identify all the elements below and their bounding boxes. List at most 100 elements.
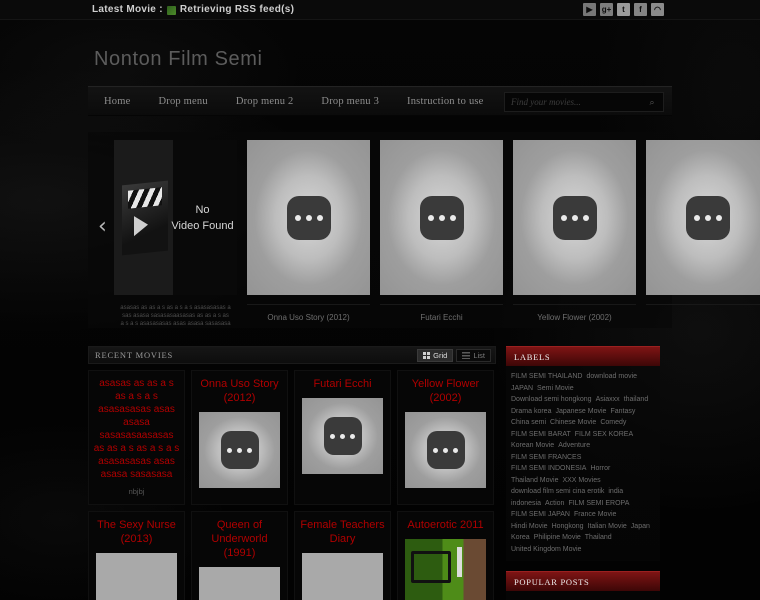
movie-card-thumbnail[interactable] — [405, 539, 486, 600]
label-tag[interactable]: Thailand Movie — [511, 475, 558, 487]
label-tag[interactable]: XXX Movies — [562, 475, 600, 487]
movie-card[interactable]: Onna Uso Story (2012) — [191, 370, 288, 505]
slider-slide[interactable]: Yellow Flower (2002) — [513, 140, 636, 328]
label-tag[interactable]: Philipine Movie — [534, 532, 581, 544]
movie-card-title[interactable]: Yellow Flower (2002) — [402, 377, 489, 405]
slide-caption[interactable]: Futari Ecchi — [380, 304, 503, 322]
label-tag[interactable]: download film semi cina erotik — [511, 486, 604, 498]
label-tag[interactable]: Semi Movie — [537, 383, 574, 395]
movie-card-title[interactable]: Onna Uso Story (2012) — [196, 377, 283, 405]
label-tag[interactable]: Fantasy — [610, 406, 635, 418]
no-video-line1: No — [195, 203, 210, 216]
movie-card-title[interactable]: Autoerotic 2011 — [402, 518, 489, 532]
label-tag[interactable]: Adventure — [558, 440, 590, 452]
slide-thumbnail[interactable] — [513, 140, 636, 295]
label-tag[interactable]: Chinese Movie — [550, 417, 596, 429]
slide-thumbnail[interactable] — [247, 140, 370, 295]
label-tag[interactable]: FILM SEMI INDONESIA — [511, 463, 586, 475]
view-toggle: Grid List — [417, 348, 491, 362]
slider-prev-icon[interactable]: ‹ — [98, 216, 107, 238]
label-tag[interactable]: FILM SEMI BARAT — [511, 429, 571, 441]
twitter-icon[interactable]: t — [617, 3, 630, 16]
ticker-label: Latest Movie : — [92, 4, 163, 15]
label-tag[interactable]: FILM SEMI FRANCES — [511, 452, 581, 464]
label-tag[interactable]: Hongkong — [552, 521, 584, 533]
ellipsis-icon — [419, 195, 464, 240]
movie-card[interactable]: Futari Ecchi — [294, 370, 391, 505]
label-tag[interactable]: indonesia — [511, 498, 541, 510]
nav-item-drop-menu-3[interactable]: Drop menu 3 — [307, 96, 393, 107]
youtube-icon[interactable]: ▶ — [583, 3, 596, 16]
movie-card[interactable]: Queen of Underworld (1991) — [191, 511, 288, 600]
site-title[interactable]: Nonton Film Semi — [94, 48, 263, 71]
popular-posts-widget: POPULAR POSTS Secrets Of Sex Film xxx Fu… — [506, 571, 660, 600]
facebook-icon[interactable]: f — [634, 3, 647, 16]
movie-card-thumbnail[interactable] — [302, 553, 383, 600]
label-tag[interactable]: download movie — [586, 371, 637, 383]
label-tag[interactable]: thailand — [624, 394, 649, 406]
label-tag[interactable]: FILM SEX KOREA — [575, 429, 633, 441]
movie-card-title[interactable]: Queen of Underworld (1991) — [196, 518, 283, 560]
image-placeholder — [380, 140, 503, 295]
label-tag[interactable]: JAPAN — [511, 383, 533, 395]
label-tag[interactable]: Horror — [590, 463, 610, 475]
movie-card[interactable]: The Sexy Nurse (2013) — [88, 511, 185, 600]
label-tag[interactable]: FILM SEMI JAPAN — [511, 509, 570, 521]
ellipsis-icon — [685, 195, 730, 240]
list-view-button[interactable]: List — [456, 348, 491, 362]
label-tag[interactable]: Japan — [631, 521, 650, 533]
label-tag[interactable]: United Kingdom Movie — [511, 544, 581, 556]
movie-card-thumbnail[interactable] — [96, 553, 177, 600]
label-tag[interactable]: France Movie — [574, 509, 616, 521]
label-tag[interactable]: Thailand — [585, 532, 612, 544]
slide-caption[interactable]: asasas as as a s as a s a s asasasasas a… — [114, 304, 237, 328]
rss-icon[interactable]: ◠ — [651, 3, 664, 16]
movie-card-thumbnail[interactable] — [302, 398, 383, 474]
grid-view-button[interactable]: Grid — [417, 348, 454, 362]
label-tag[interactable]: Asiaxxx — [596, 394, 620, 406]
label-tag[interactable]: Download semi hongkong — [511, 394, 592, 406]
nav-item-drop-menu-2[interactable]: Drop menu 2 — [222, 96, 308, 107]
search-icon[interactable]: ⌕ — [641, 93, 663, 111]
slider-slide[interactable]: Futari Ecchi — [380, 140, 503, 328]
movie-card-thumbnail[interactable] — [199, 567, 280, 600]
googleplus-icon[interactable]: g+ — [600, 3, 613, 16]
label-tag[interactable]: FILM SEMI EROPA — [568, 498, 629, 510]
movie-card-title[interactable]: Futari Ecchi — [299, 377, 386, 391]
popular-post-item[interactable]: Secrets Of Sex Film xxx Full — [511, 596, 655, 600]
movie-card-title[interactable]: Female Teachers Diary — [299, 518, 386, 546]
slide-caption[interactable]: Onna Uso Story (2012) — [247, 304, 370, 322]
nav-item-drop-menu[interactable]: Drop menu — [144, 96, 221, 107]
movie-card[interactable]: Autoerotic 2011 — [397, 511, 494, 600]
label-tag[interactable]: Drama korea — [511, 406, 551, 418]
label-tag[interactable]: Action — [545, 498, 564, 510]
label-tag[interactable]: China semi — [511, 417, 546, 429]
nav-item-instruction-to-use[interactable]: Instruction to use — [393, 96, 498, 107]
search-input[interactable] — [505, 97, 641, 107]
slide-caption[interactable] — [646, 304, 760, 313]
search-box[interactable]: ⌕ — [504, 92, 664, 112]
label-tag[interactable]: Comedy — [600, 417, 626, 429]
slide-thumbnail[interactable] — [646, 140, 760, 295]
label-tag[interactable]: Hindi Movie — [511, 521, 548, 533]
movie-card[interactable]: Yellow Flower (2002) — [397, 370, 494, 505]
slide-thumbnail[interactable] — [380, 140, 503, 295]
movie-card-title[interactable]: The Sexy Nurse (2013) — [93, 518, 180, 546]
label-tag[interactable]: Italian Movie — [588, 521, 627, 533]
movie-card-thumbnail[interactable] — [405, 412, 486, 488]
label-tag[interactable]: FILM SEMI THAILAND — [511, 371, 582, 383]
nav-item-home[interactable]: Home — [88, 96, 144, 107]
slider-slide[interactable]: Onna Uso Story (2012) — [247, 140, 370, 328]
movie-card[interactable]: asasas as as a s as a s a s asasasasas a… — [88, 370, 185, 505]
label-tag[interactable]: india — [608, 486, 623, 498]
label-tag[interactable]: Korean Movie — [511, 440, 554, 452]
slide-caption[interactable]: Yellow Flower (2002) — [513, 304, 636, 322]
label-tag[interactable]: Korea — [511, 532, 530, 544]
slider-slide[interactable] — [646, 140, 760, 328]
movie-card-thumbnail[interactable] — [199, 412, 280, 488]
slider-slide[interactable]: No Video Found asasas as as a s as a s a s… — [114, 140, 237, 328]
label-tag[interactable]: Japanese Movie — [555, 406, 606, 418]
movie-card[interactable]: Female Teachers Diary — [294, 511, 391, 600]
movie-card-title[interactable]: asasas as as a s as a s a s asasasasas a… — [93, 377, 180, 481]
slide-thumbnail[interactable]: No Video Found — [114, 140, 237, 295]
